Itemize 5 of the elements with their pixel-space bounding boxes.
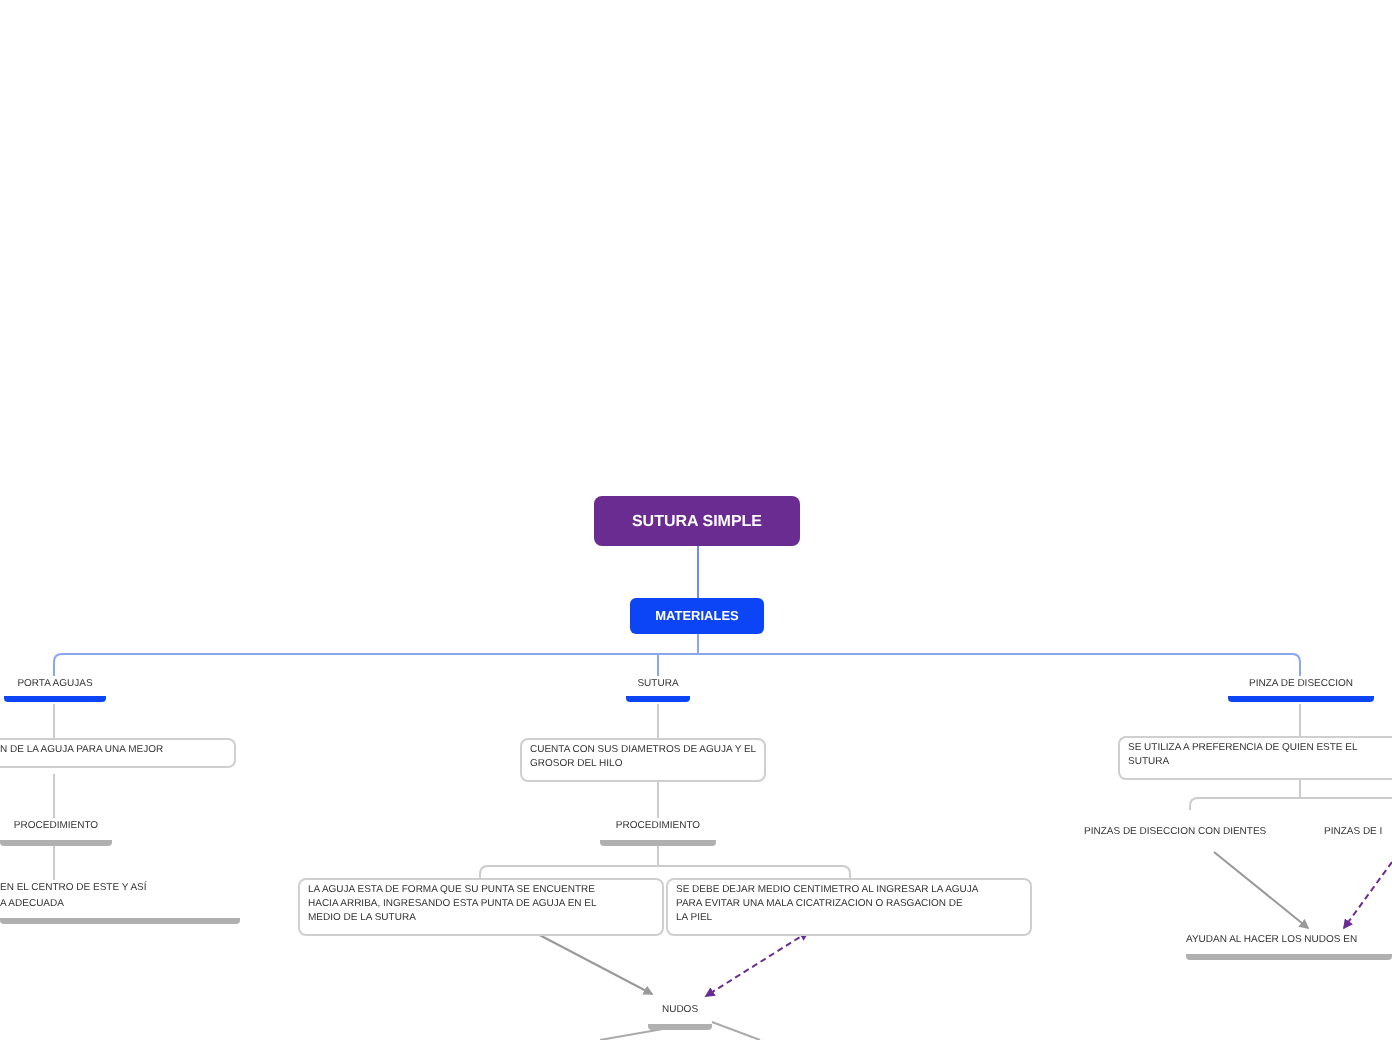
arrow — [1343, 861, 1392, 930]
connector-line — [697, 545, 699, 599]
arrow — [704, 931, 810, 997]
central-topic: SUTURA SIMPLE — [594, 496, 800, 546]
arrow — [1213, 851, 1310, 930]
